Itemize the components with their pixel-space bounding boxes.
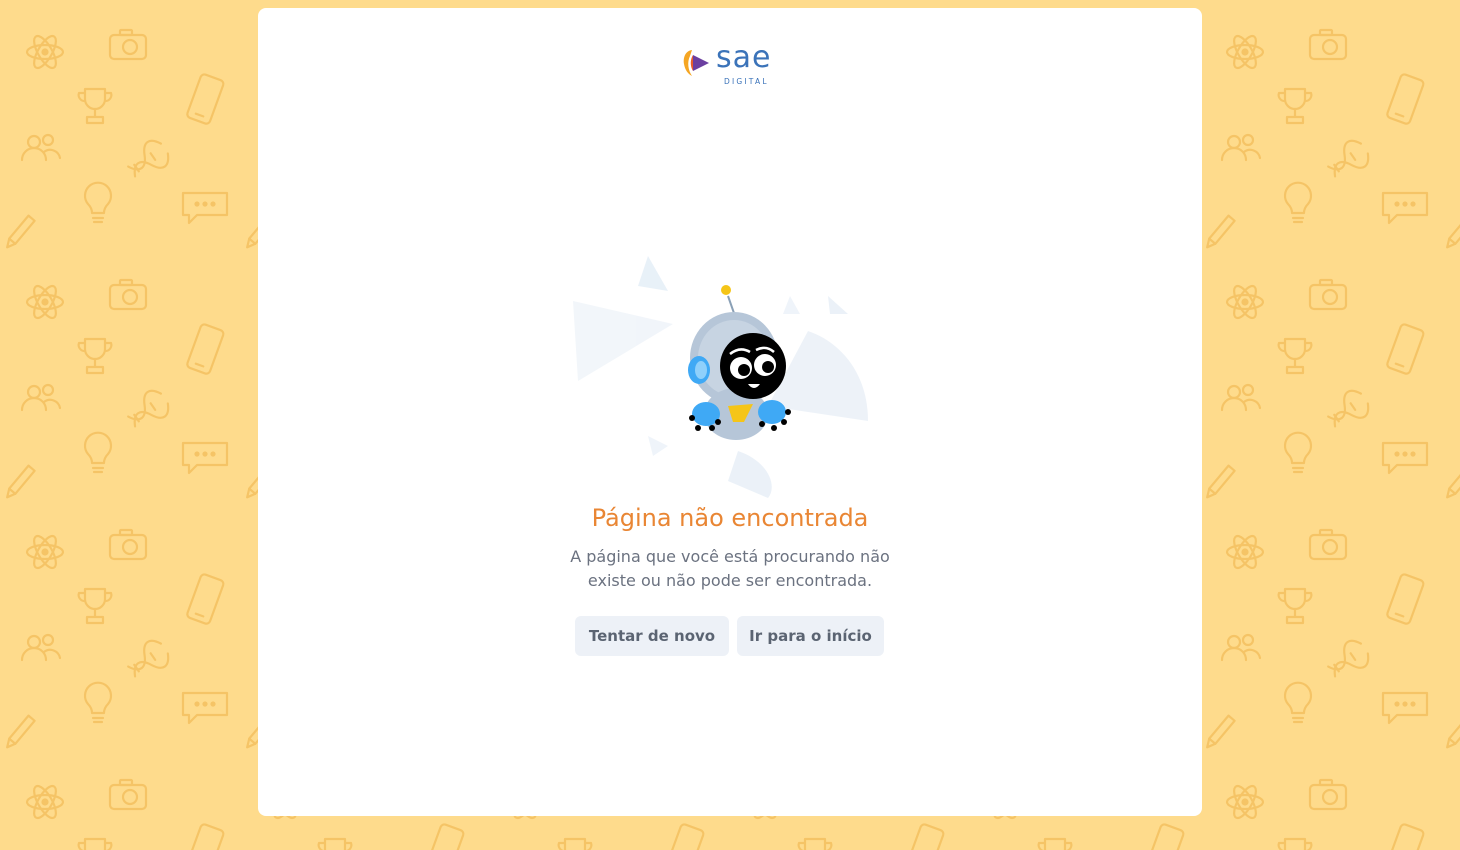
error-description-line: A página que você está procurando não bbox=[570, 547, 890, 566]
go-home-button[interactable]: Ir para o início bbox=[737, 616, 884, 656]
error-title: Página não encontrada bbox=[591, 504, 869, 532]
logo-mark-icon bbox=[683, 50, 709, 76]
retry-button[interactable]: Tentar de novo bbox=[575, 616, 729, 656]
sae-digital-logo[interactable]: sae DIGITAL bbox=[682, 40, 782, 96]
error-card: sae DIGITAL Página não encontrada A pági… bbox=[258, 8, 1202, 816]
logo-wordmark: sae bbox=[716, 40, 772, 75]
logo-subtitle: DIGITAL bbox=[724, 77, 769, 86]
error-description-line: existe ou não pode ser encontrada. bbox=[587, 571, 873, 590]
robot-mascot-illustration bbox=[573, 256, 868, 498]
error-description: A página que você está procurando não ex… bbox=[258, 545, 1202, 593]
